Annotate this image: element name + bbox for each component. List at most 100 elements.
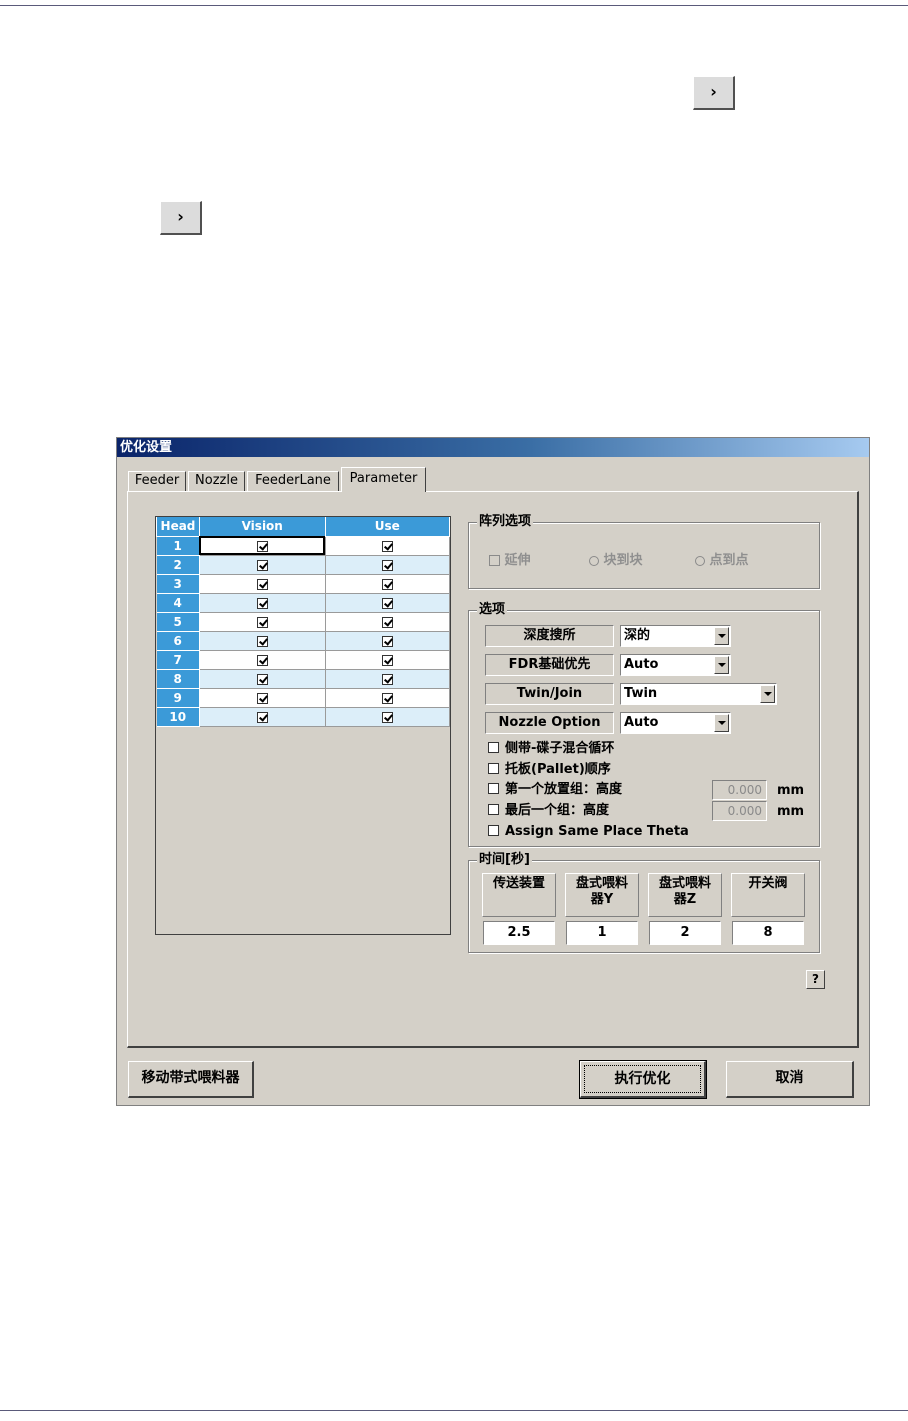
use-checkbox[interactable] xyxy=(381,597,393,609)
chevron-down-icon[interactable] xyxy=(714,627,729,645)
twin-join-select[interactable]: Twin xyxy=(620,683,777,705)
tray-feeder-y-time-input[interactable]: 1 xyxy=(566,921,638,945)
bottom-rule xyxy=(0,1410,908,1411)
side-tray-loop-checkbox[interactable] xyxy=(488,742,499,753)
use-cell[interactable] xyxy=(324,536,450,556)
vision-checkbox[interactable] xyxy=(256,673,268,685)
table-row: 5 xyxy=(156,611,450,632)
cancel-button[interactable]: 取消 xyxy=(726,1061,854,1098)
use-checkbox[interactable] xyxy=(381,559,393,571)
use-checkbox[interactable] xyxy=(381,692,393,704)
head-number: 3 xyxy=(156,573,200,594)
col-use[interactable]: Use xyxy=(324,517,450,537)
fdr-priority-value: Auto xyxy=(624,657,659,672)
assign-theta-option[interactable]: Assign Same Place Theta xyxy=(488,823,689,841)
vision-checkbox[interactable] xyxy=(256,540,268,552)
switch-valve-time-input[interactable]: 8 xyxy=(732,921,804,945)
tab-nozzle[interactable]: Nozzle xyxy=(188,471,245,491)
extend-option: 延伸 xyxy=(489,549,531,568)
next-arrow-button[interactable]: › xyxy=(693,76,735,110)
tab-feeder[interactable]: Feeder xyxy=(128,471,186,491)
vision-checkbox[interactable] xyxy=(256,597,268,609)
col-head[interactable]: Head xyxy=(156,517,200,537)
tray-feeder-z-time-input[interactable]: 2 xyxy=(649,921,721,945)
vision-cell[interactable] xyxy=(198,688,326,708)
vision-checkbox[interactable] xyxy=(256,559,268,571)
tab-feederlane[interactable]: FeederLane xyxy=(247,471,339,491)
vision-cell[interactable] xyxy=(198,612,326,632)
fdr-priority-select[interactable]: Auto xyxy=(620,654,731,676)
vision-cell[interactable] xyxy=(198,650,326,670)
vision-checkbox[interactable] xyxy=(256,616,268,628)
pallet-order-checkbox[interactable] xyxy=(488,763,499,774)
use-cell[interactable] xyxy=(324,669,450,689)
vision-cell[interactable] xyxy=(198,536,326,556)
col-vision[interactable]: Vision xyxy=(198,517,326,537)
header-line: 开关阀 xyxy=(748,876,788,891)
vision-cell[interactable] xyxy=(198,707,326,727)
chevron-down-icon[interactable] xyxy=(714,714,729,732)
point-to-point-option: 点到点 xyxy=(695,549,749,568)
nozzle-option-select[interactable]: Auto xyxy=(620,712,731,734)
use-checkbox[interactable] xyxy=(381,673,393,685)
header-line: 传送装置 xyxy=(492,876,545,891)
use-checkbox[interactable] xyxy=(381,711,393,723)
use-checkbox[interactable] xyxy=(381,540,393,552)
chevron-down-icon[interactable] xyxy=(760,685,775,703)
last-group-height-input[interactable]: 0.000 xyxy=(712,801,767,821)
last-group-height-option[interactable]: 最后一个组：高度 xyxy=(488,802,609,820)
head-number: 10 xyxy=(156,706,200,727)
vision-checkbox[interactable] xyxy=(256,692,268,704)
vision-checkbox[interactable] xyxy=(256,654,268,666)
use-checkbox[interactable] xyxy=(381,578,393,590)
fdr-priority-label: FDR基础优先 xyxy=(485,654,614,676)
use-checkbox[interactable] xyxy=(381,654,393,666)
vision-cell[interactable] xyxy=(198,669,326,689)
move-feeder-button[interactable]: 移动带式喂料器 xyxy=(128,1061,254,1098)
use-checkbox[interactable] xyxy=(381,635,393,647)
conveyor-time-input[interactable]: 2.5 xyxy=(483,921,555,945)
assign-theta-label: Assign Same Place Theta xyxy=(505,824,689,839)
array-options-legend: 阵列选项 xyxy=(477,514,534,530)
vision-cell[interactable] xyxy=(198,631,326,651)
use-cell[interactable] xyxy=(324,707,450,727)
head-number: 9 xyxy=(156,687,200,708)
run-optimize-button[interactable]: 执行优化 xyxy=(579,1060,707,1099)
first-group-height-option[interactable]: 第一个放置组：高度 xyxy=(488,781,622,799)
tab-parameter[interactable]: Parameter xyxy=(341,467,426,492)
first-group-height-input[interactable]: 0.000 xyxy=(712,780,767,800)
use-checkbox[interactable] xyxy=(381,616,393,628)
head-number: 4 xyxy=(156,592,200,613)
side-tray-loop-option[interactable]: 侧带-碟子混合循环 xyxy=(488,740,614,758)
chevron-right-icon: › xyxy=(710,81,717,101)
vision-checkbox[interactable] xyxy=(256,578,268,590)
pallet-order-option[interactable]: 托板(Pallet)顺序 xyxy=(488,761,611,779)
vision-checkbox[interactable] xyxy=(256,635,268,647)
parameter-panel: Head Vision Use 1 2 3 4 5 6 7 8 9 10 阵列选… xyxy=(127,491,859,1048)
vision-cell[interactable] xyxy=(198,593,326,613)
run-optimize-label: 执行优化 xyxy=(584,1065,701,1093)
table-row: 2 xyxy=(156,554,450,575)
depth-search-select[interactable]: 深的 xyxy=(620,625,731,647)
head-number: 2 xyxy=(156,554,200,575)
vision-checkbox[interactable] xyxy=(256,711,268,723)
use-cell[interactable] xyxy=(324,574,450,594)
tray-feeder-y-header: 盘式喂料 器Y xyxy=(565,873,639,917)
use-cell[interactable] xyxy=(324,555,450,575)
use-cell[interactable] xyxy=(324,593,450,613)
twin-join-value: Twin xyxy=(624,686,658,701)
vision-cell[interactable] xyxy=(198,574,326,594)
assign-theta-checkbox[interactable] xyxy=(488,825,499,836)
use-cell[interactable] xyxy=(324,650,450,670)
chevron-down-icon[interactable] xyxy=(714,656,729,674)
use-cell[interactable] xyxy=(324,688,450,708)
block-to-block-label: 块到块 xyxy=(603,553,643,568)
help-icon[interactable]: ? xyxy=(806,970,825,989)
use-cell[interactable] xyxy=(324,612,450,632)
vision-cell[interactable] xyxy=(198,555,326,575)
use-cell[interactable] xyxy=(324,631,450,651)
last-group-checkbox[interactable] xyxy=(488,804,499,815)
next-arrow-button-2[interactable]: › xyxy=(160,201,202,235)
first-group-checkbox[interactable] xyxy=(488,783,499,794)
options-group: 选项 深度搜所 深的 FDR基础优先 Auto Twin/Join Twin N… xyxy=(468,602,820,847)
